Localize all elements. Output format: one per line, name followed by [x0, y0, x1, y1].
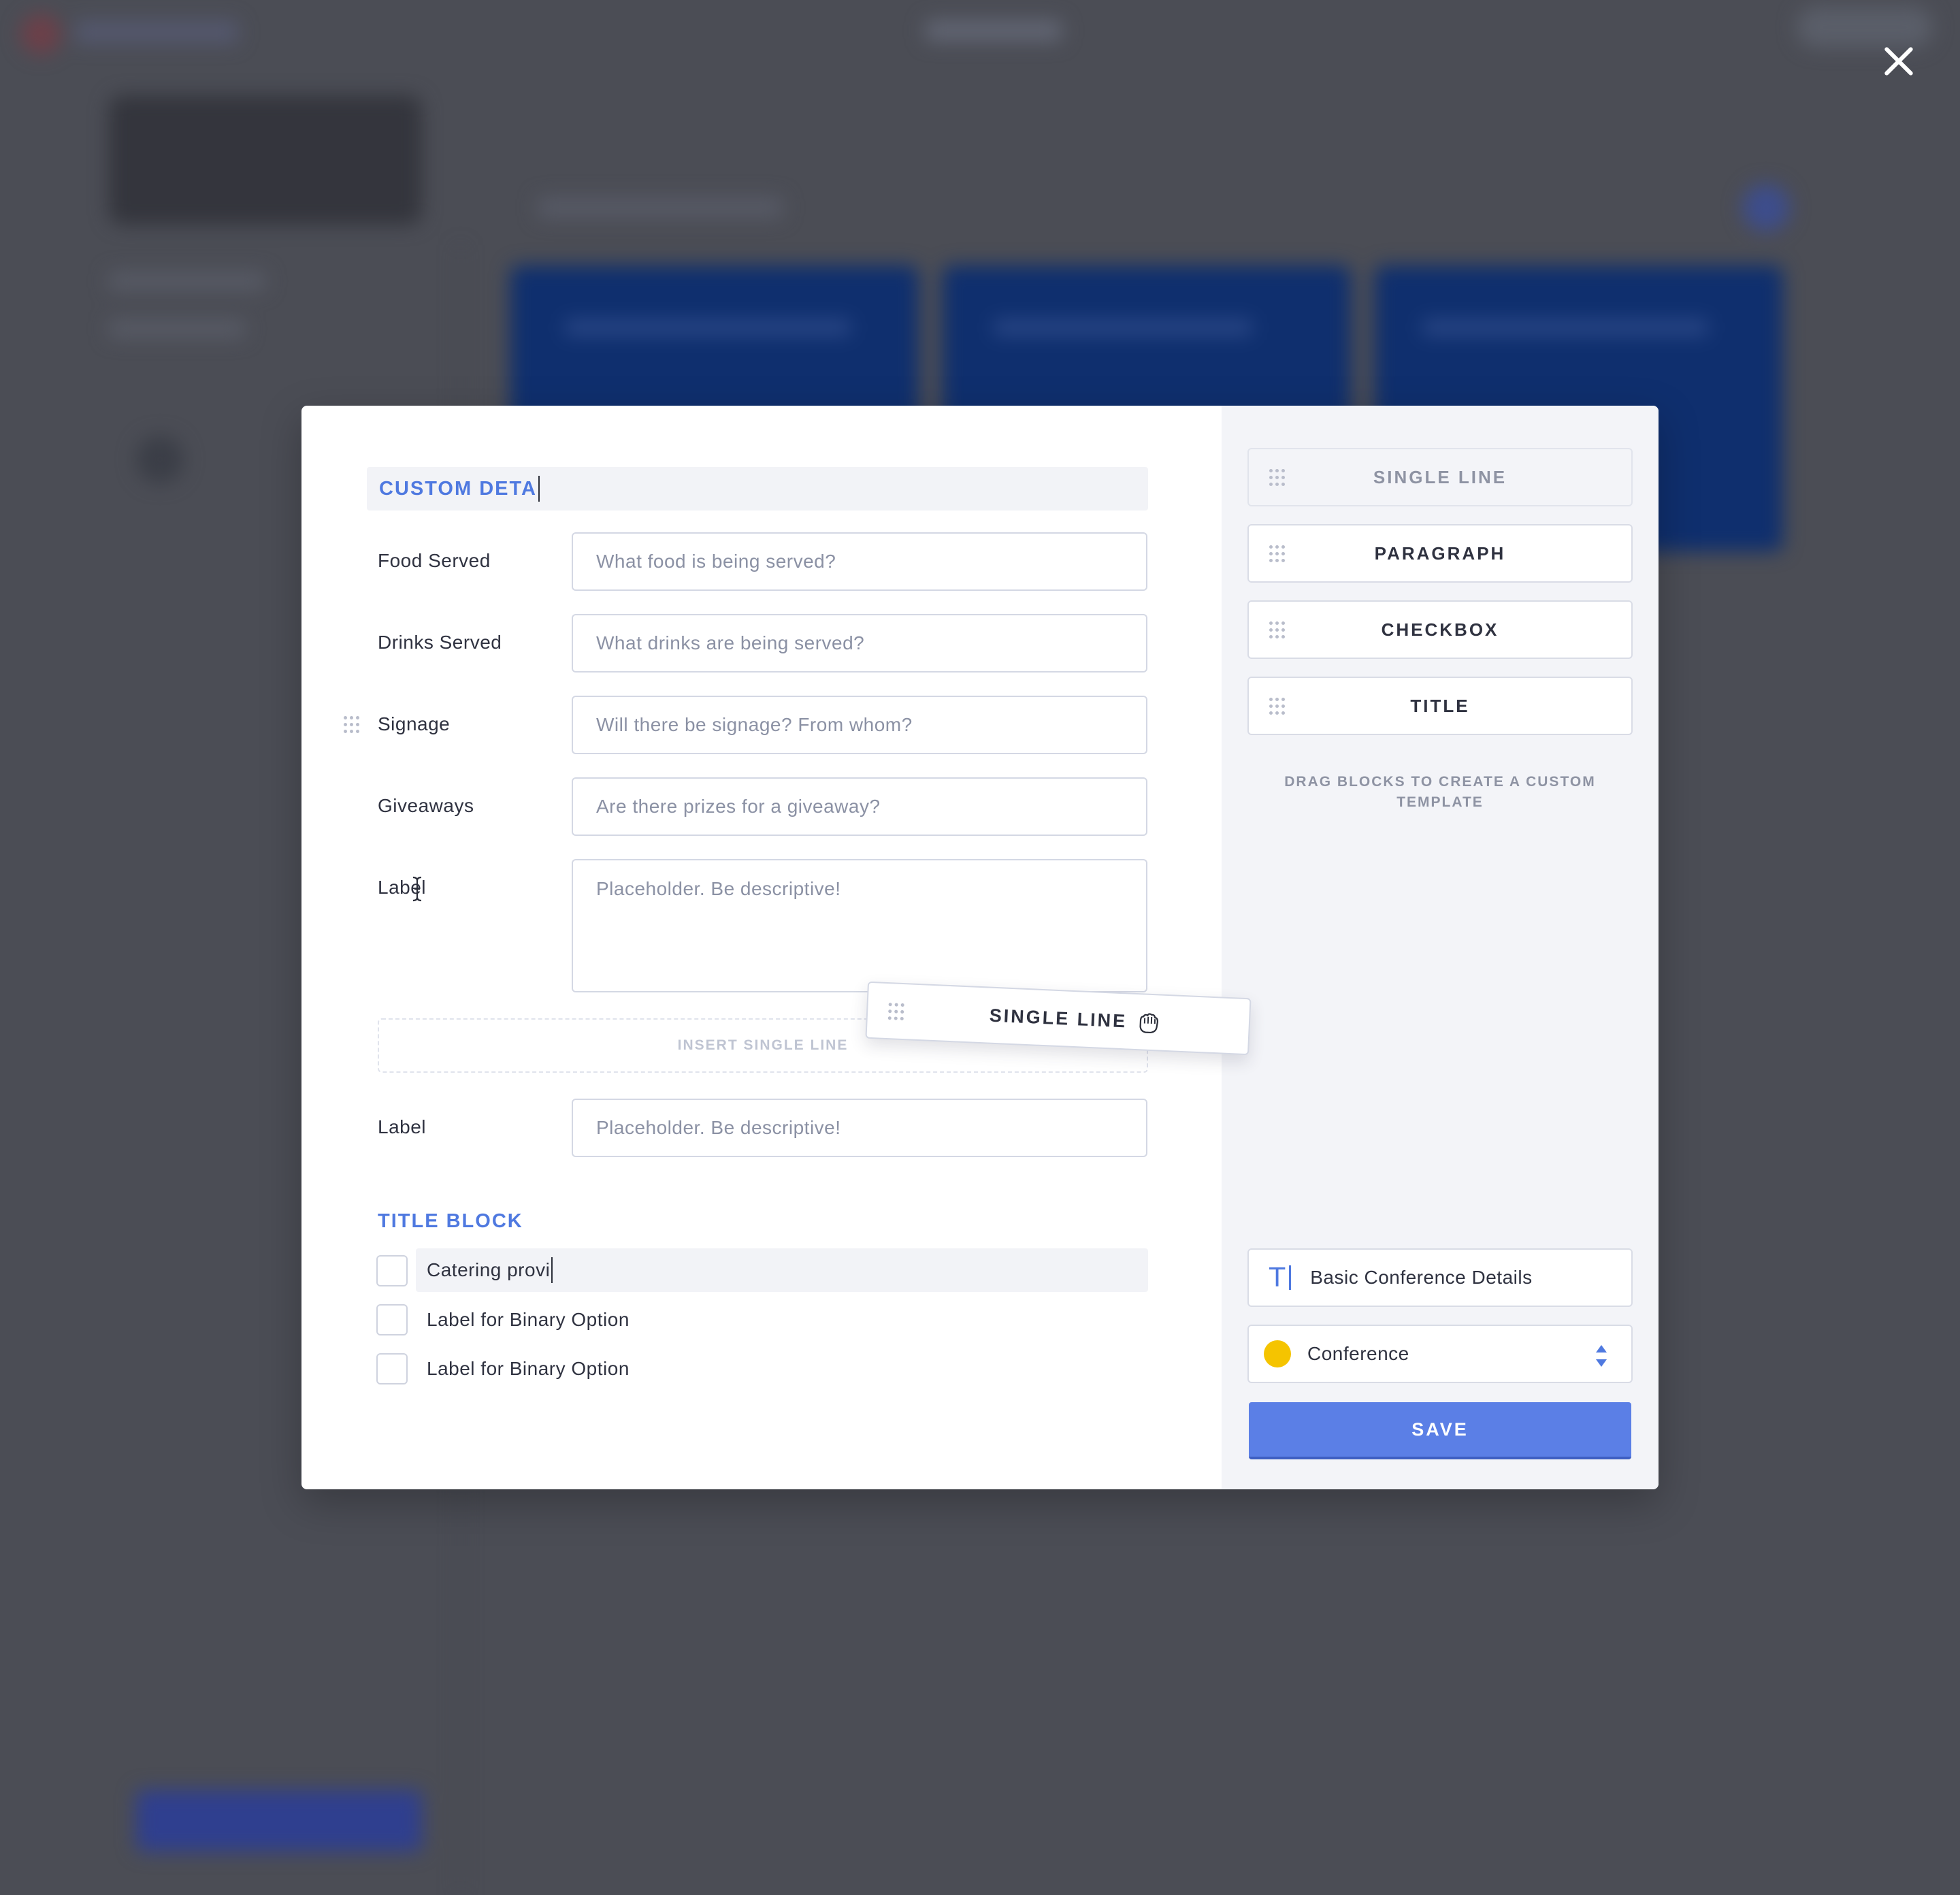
block-title[interactable]: TITLE [1247, 677, 1633, 735]
background-bottom-button [136, 1790, 422, 1851]
food-served-input[interactable] [572, 532, 1147, 591]
checkbox-label-editor[interactable]: Catering provi [416, 1248, 1148, 1292]
field-label-signage[interactable]: Signage [378, 713, 450, 735]
single-line-input[interactable] [572, 1099, 1147, 1157]
background-profile-image [109, 95, 422, 225]
giveaways-input[interactable] [572, 777, 1147, 836]
text-cursor-icon [412, 876, 422, 902]
section-title[interactable]: CUSTOM DETA [379, 478, 537, 500]
drinks-served-input[interactable] [572, 614, 1147, 673]
block-label: SINGLE LINE [1373, 466, 1507, 487]
text-type-icon: T [1269, 1263, 1292, 1293]
drag-handle-icon [1269, 469, 1286, 487]
drag-handle-icon [1269, 545, 1286, 563]
drag-handle-icon [887, 1003, 905, 1021]
paragraph-textarea[interactable] [572, 859, 1147, 992]
checkbox[interactable] [376, 1353, 408, 1384]
block-checkbox[interactable]: CHECKBOX [1247, 600, 1633, 659]
background-card-line [1422, 320, 1708, 335]
background-brand [75, 20, 238, 44]
block-paragraph[interactable]: PARAGRAPH [1247, 524, 1633, 583]
background-search-button [1742, 184, 1790, 231]
block-label: PARAGRAPH [1374, 542, 1506, 564]
section-title-editor[interactable]: CUSTOM DETA [367, 467, 1148, 511]
category-value: Conference [1307, 1343, 1409, 1364]
save-button[interactable]: SAVE [1249, 1402, 1631, 1459]
checkbox-label[interactable]: Label for Binary Option [427, 1358, 630, 1380]
text-caret [538, 476, 540, 502]
title-block-heading[interactable]: TITLE BLOCK [378, 1210, 523, 1233]
background-sidebar-line [109, 272, 265, 290]
field-label-food-served[interactable]: Food Served [378, 550, 491, 572]
field-label-single-line[interactable]: Label [378, 1116, 426, 1138]
template-name-value[interactable]: Basic Conference Details [1310, 1267, 1532, 1289]
background-card-line [994, 320, 1252, 335]
checkbox-label[interactable]: Label for Binary Option [427, 1309, 630, 1331]
checkbox[interactable] [376, 1304, 408, 1335]
block-label: TITLE [1410, 695, 1470, 716]
background-sidebar-dot [136, 436, 184, 483]
checkbox[interactable] [376, 1255, 408, 1286]
drag-handle-icon [1269, 698, 1286, 715]
block-label: CHECKBOX [1381, 619, 1499, 640]
background-nav [926, 20, 1062, 41]
drag-hint: DRAG BLOCKS TO CREATE A CUSTOM TEMPLATE [1284, 774, 1596, 810]
text-caret [551, 1257, 553, 1283]
drag-handle-icon[interactable] [344, 716, 360, 734]
template-name-field[interactable]: T Basic Conference Details [1247, 1248, 1633, 1307]
close-icon[interactable] [1878, 41, 1919, 82]
background-sidebar-line [109, 320, 245, 338]
field-label-giveaways[interactable]: Giveaways [378, 795, 474, 817]
background-logo [20, 14, 61, 54]
category-color-dot [1264, 1340, 1291, 1367]
category-select[interactable]: Conference [1247, 1325, 1633, 1383]
field-label-drinks-served[interactable]: Drinks Served [378, 632, 502, 653]
grab-hand-icon [1139, 1013, 1159, 1034]
template-editor-modal: CUSTOM DETA Food Served Drinks Served Si… [301, 406, 1659, 1489]
drag-handle-icon [1269, 621, 1286, 639]
background-card-line [565, 320, 851, 335]
background-search [538, 197, 783, 218]
dragging-block-label: SINGLE LINE [989, 1005, 1128, 1031]
checkbox-label[interactable]: Catering provi [427, 1259, 550, 1281]
signage-input[interactable] [572, 696, 1147, 754]
select-arrows-icon [1596, 1345, 1607, 1367]
block-single-line[interactable]: SINGLE LINE [1247, 448, 1633, 506]
